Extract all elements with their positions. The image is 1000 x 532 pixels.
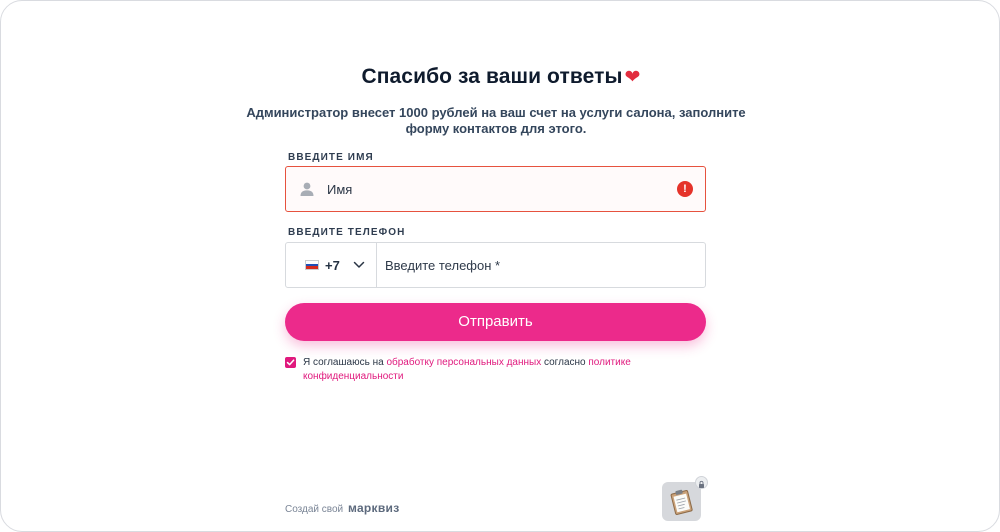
country-code: +7: [325, 258, 340, 273]
consent-checkbox[interactable]: [285, 357, 296, 368]
checkmark-icon: [286, 359, 295, 366]
consent-text-middle: согласно: [541, 357, 589, 368]
footer-prefix: Создай свой: [285, 504, 344, 515]
heart-icon: ❤: [624, 67, 641, 88]
name-input-placeholder: Имя: [327, 182, 353, 197]
footer-branding[interactable]: Создай свой марквиз: [285, 501, 400, 515]
form-card: Спасибо за ваши ответы ❤ Администратор вн…: [0, 0, 1000, 532]
title-text: Спасибо за ваши ответы: [361, 65, 623, 88]
name-field-label: ВВЕДИТЕ ИМЯ: [288, 152, 374, 163]
clipboard-widget[interactable]: [662, 476, 708, 521]
consent-text: Я соглашаюсь на обработку персональных д…: [303, 356, 663, 383]
phone-field-label: ВВЕДИТЕ ТЕЛЕФОН: [288, 227, 406, 238]
country-code-select[interactable]: +7: [286, 243, 377, 287]
submit-button[interactable]: Отправить: [285, 303, 706, 341]
brand-logo: марквиз: [347, 501, 400, 515]
page-title: Спасибо за ваши ответы ❤: [1, 65, 1000, 89]
russia-flag-icon: [305, 260, 319, 270]
consent-text-start: Я соглашаюсь на: [303, 357, 387, 368]
user-icon: [300, 182, 314, 196]
name-input[interactable]: Имя !: [285, 166, 706, 212]
personal-data-link[interactable]: обработку персональных данных: [386, 357, 541, 368]
error-icon: !: [677, 181, 693, 197]
phone-input[interactable]: Введите телефон *: [385, 258, 500, 273]
subtitle: Администратор внесет 1000 рублей на ваш …: [246, 105, 746, 136]
phone-field: +7 Введите телефон *: [285, 242, 706, 288]
lock-icon: [695, 476, 708, 489]
chevron-down-icon: [353, 261, 365, 268]
